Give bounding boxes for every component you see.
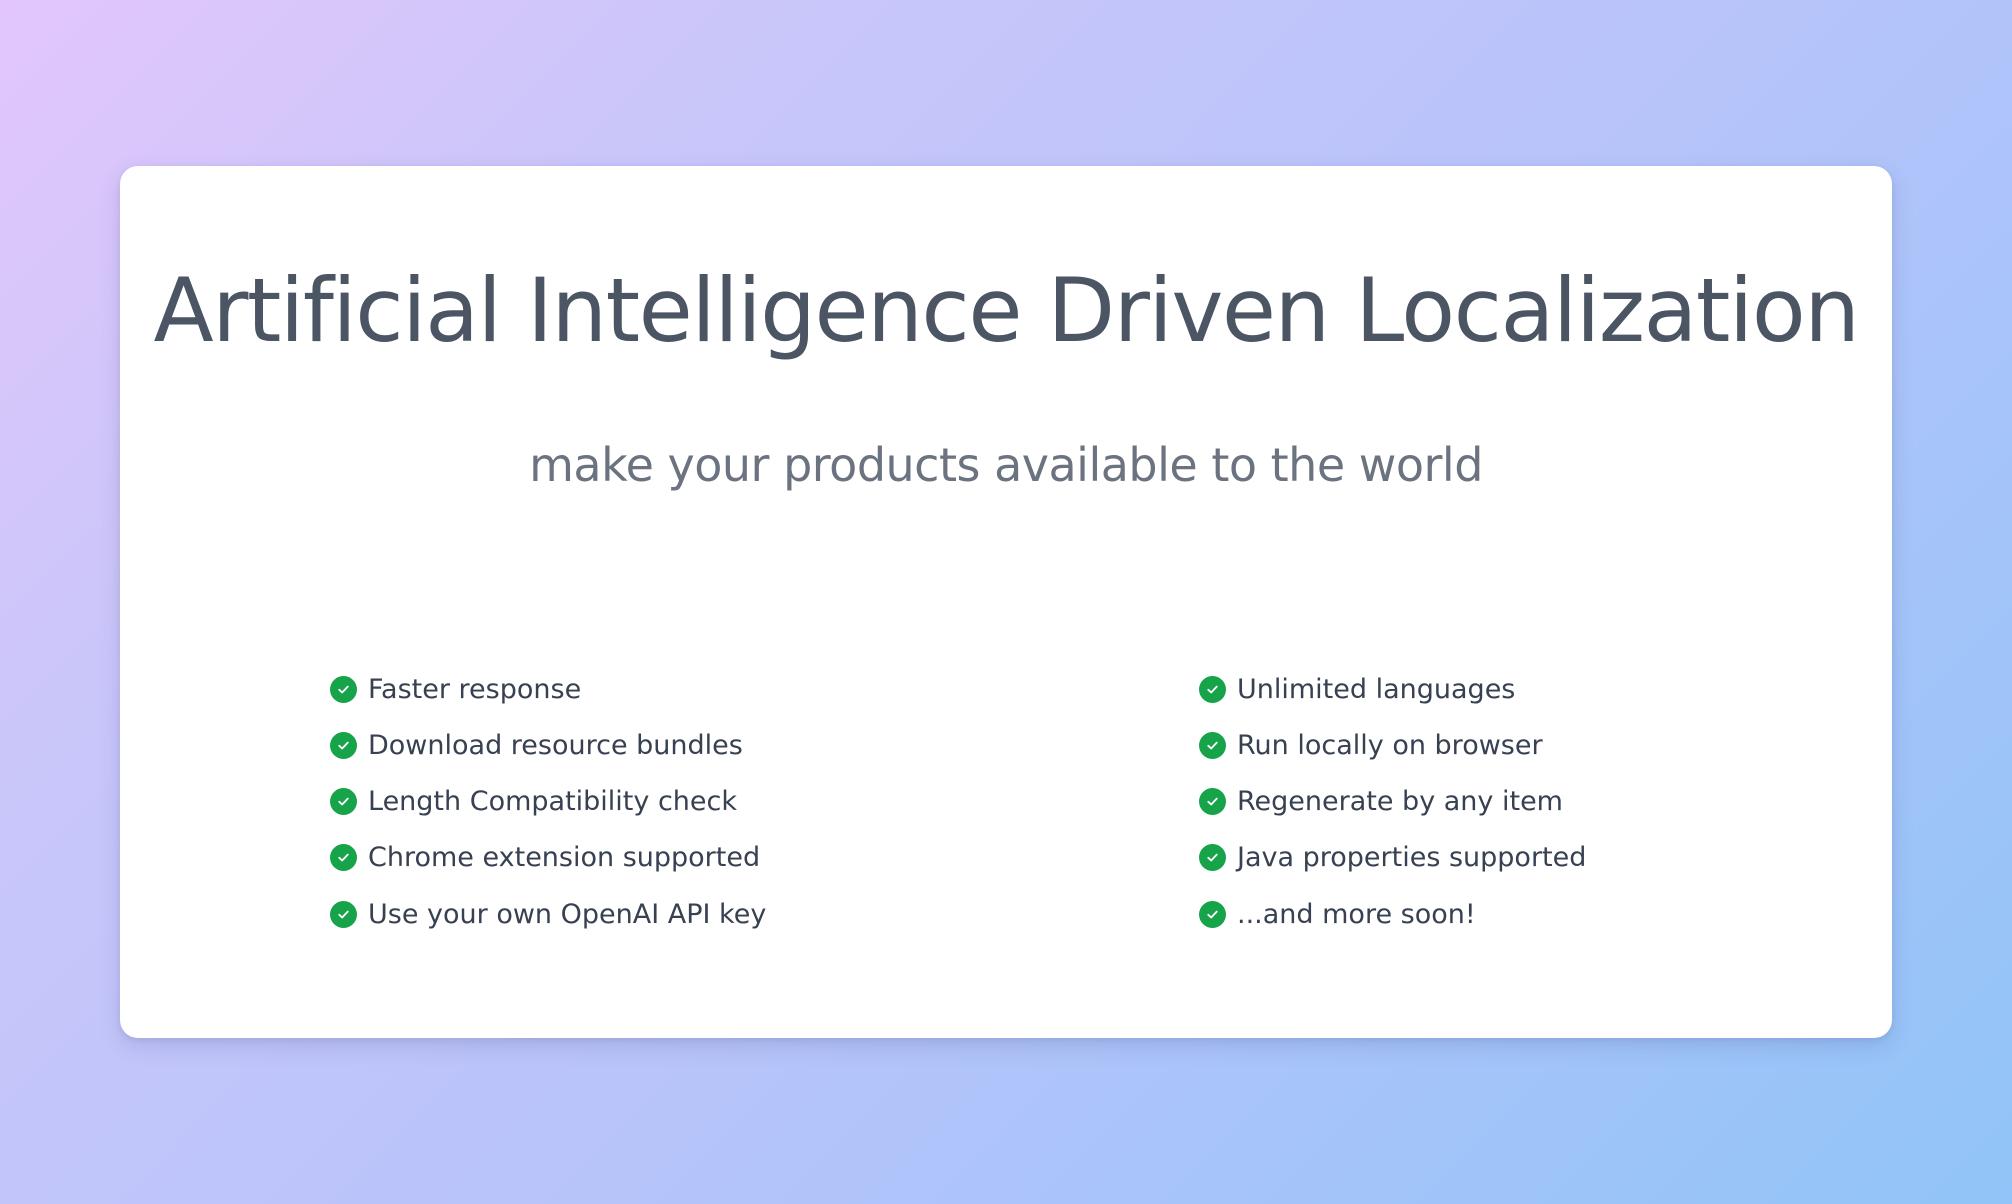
check-circle-icon	[330, 675, 357, 703]
check-circle-icon	[1199, 788, 1226, 816]
feature-item: Java properties supported	[1199, 830, 1586, 886]
feature-label: Run locally on browser	[1237, 729, 1543, 761]
feature-label: Regenerate by any item	[1237, 786, 1563, 818]
feature-item: ...and more soon!	[1199, 886, 1586, 942]
feature-label: Download resource bundles	[368, 729, 743, 761]
check-circle-icon	[330, 900, 357, 928]
check-circle-icon	[330, 844, 357, 872]
hero-card: Artificial Intelligence Driven Localizat…	[120, 166, 1892, 1038]
feature-column-left: Faster response Download resource bundle…	[330, 661, 766, 942]
feature-item: Length Compatibility check	[330, 774, 766, 830]
feature-list: Faster response Download resource bundle…	[330, 661, 1730, 951]
feature-label: Java properties supported	[1237, 842, 1587, 874]
feature-label: Faster response	[368, 673, 582, 705]
check-circle-icon	[330, 788, 357, 816]
feature-label: Unlimited languages	[1237, 673, 1516, 705]
feature-item: Download resource bundles	[330, 717, 766, 773]
check-circle-icon	[1199, 900, 1226, 928]
feature-item: Faster response	[330, 661, 766, 717]
feature-column-right: Unlimited languages Run locally on brows…	[1199, 661, 1586, 942]
feature-item: Regenerate by any item	[1199, 774, 1586, 830]
check-circle-icon	[330, 731, 357, 759]
feature-label: Chrome extension supported	[368, 842, 761, 874]
feature-item: Unlimited languages	[1199, 661, 1586, 717]
page-title: Artificial Intelligence Driven Localizat…	[153, 259, 1861, 362]
feature-item: Use your own OpenAI API key	[330, 886, 766, 942]
feature-label: Use your own OpenAI API key	[368, 898, 767, 930]
check-circle-icon	[1199, 844, 1226, 872]
check-circle-icon	[1199, 731, 1226, 759]
feature-label: Length Compatibility check	[368, 786, 737, 818]
page-subtitle: make your products available to the worl…	[529, 438, 1483, 492]
feature-item: Run locally on browser	[1199, 717, 1586, 773]
feature-item: Chrome extension supported	[330, 830, 766, 886]
feature-label: ...and more soon!	[1237, 898, 1476, 930]
check-circle-icon	[1199, 675, 1226, 703]
